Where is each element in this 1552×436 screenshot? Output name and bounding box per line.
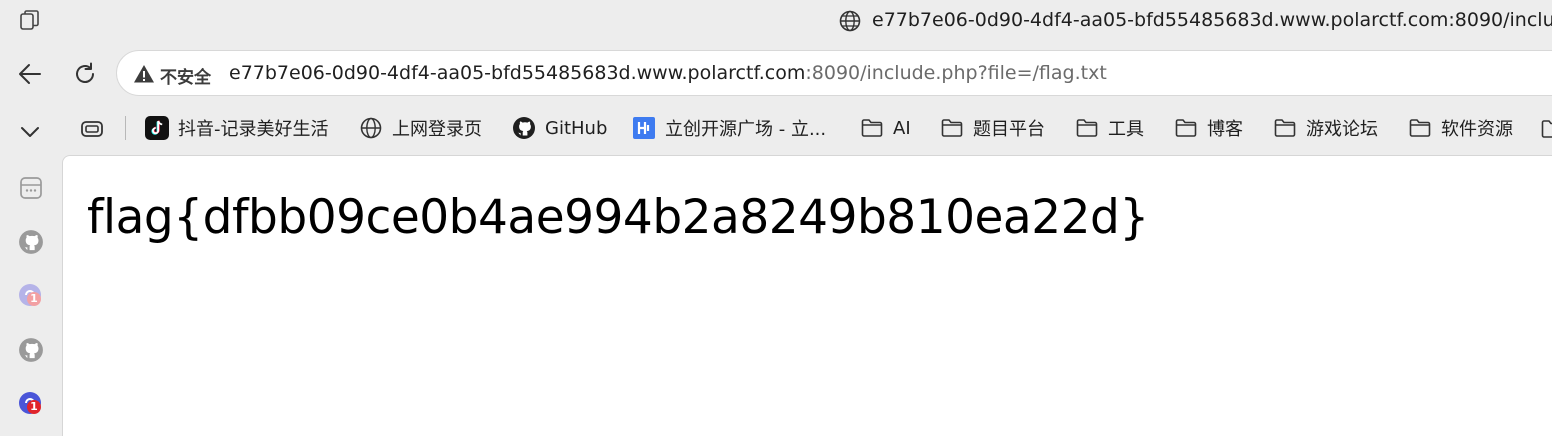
folder-icon bbox=[1076, 119, 1098, 137]
github-icon[interactable] bbox=[18, 337, 44, 363]
bookmark-folder-blog[interactable]: 博客 bbox=[1174, 114, 1243, 142]
sidebar-app-2[interactable]: 1 bbox=[18, 391, 44, 417]
bookmark-label: 上网登录页 bbox=[392, 119, 482, 140]
page-content: flag{dfbb09ce0b4ae994b2a8249b810ea22d} bbox=[62, 155, 1552, 436]
chevron-down-icon[interactable] bbox=[16, 118, 44, 146]
bookmark-label: 软件资源 bbox=[1441, 119, 1513, 140]
github-icon bbox=[513, 117, 535, 139]
reload-button[interactable] bbox=[71, 60, 99, 88]
navigation-bar: 不安全 e77b7e06-0d90-4df4-aa05-bfd55485683d… bbox=[0, 44, 1552, 104]
bookmark-github[interactable]: GitHub bbox=[512, 114, 607, 142]
bookmark-login-page[interactable]: 上网登录页 bbox=[359, 114, 482, 142]
tiktok-icon bbox=[145, 116, 169, 140]
bookmarks-separator bbox=[125, 116, 126, 140]
bookmark-label: 工具 bbox=[1108, 119, 1144, 140]
globe-icon bbox=[360, 117, 382, 139]
bookmark-label: 游戏论坛 bbox=[1306, 119, 1378, 140]
notification-badge: 1 bbox=[27, 400, 41, 414]
bookmark-folder-problems[interactable]: 题目平台 bbox=[940, 114, 1045, 142]
url-host: e77b7e06-0d90-4df4-aa05-bfd55485683d.www… bbox=[229, 62, 806, 84]
url-path: :8090/include.php?file=/flag.txt bbox=[805, 62, 1107, 84]
notification-badge: 1 bbox=[27, 292, 41, 306]
bookmark-folder-software[interactable]: 软件资源 bbox=[1408, 114, 1513, 142]
github-icon[interactable] bbox=[18, 229, 44, 255]
address-bar[interactable]: 不安全 e77b7e06-0d90-4df4-aa05-bfd55485683d… bbox=[116, 50, 1552, 96]
folder-icon bbox=[1409, 119, 1431, 137]
bookmark-folder-game-forum[interactable]: 游戏论坛 bbox=[1273, 114, 1378, 142]
bookmark-folder-tools[interactable]: 工具 bbox=[1075, 114, 1144, 142]
bookmarks-bar: 抖音-记录美好生活 上网登录页 GitHub 立创开源广场 - 立... AI … bbox=[0, 104, 1552, 152]
collections-icon[interactable] bbox=[18, 175, 44, 201]
folder-icon bbox=[1175, 119, 1197, 137]
tab-actions-icon[interactable] bbox=[18, 9, 42, 33]
bookmark-douyin[interactable]: 抖音-记录美好生活 bbox=[145, 114, 329, 142]
folder-icon[interactable] bbox=[1540, 117, 1552, 141]
globe-icon bbox=[839, 10, 861, 32]
back-button[interactable] bbox=[16, 60, 44, 88]
screen-cast-icon[interactable] bbox=[80, 117, 104, 141]
lceda-icon bbox=[633, 117, 655, 139]
bookmark-label: 立创开源广场 - 立... bbox=[665, 119, 827, 140]
bookmark-label: 博客 bbox=[1207, 119, 1243, 140]
bookmark-label: 抖音-记录美好生活 bbox=[178, 119, 329, 140]
bookmark-label: GitHub bbox=[545, 117, 608, 139]
title-bar: e77b7e06-0d90-4df4-aa05-bfd55485683d.www… bbox=[0, 0, 1552, 44]
browser-window: e77b7e06-0d90-4df4-aa05-bfd55485683d.www… bbox=[0, 0, 1552, 436]
folder-icon bbox=[1274, 119, 1296, 137]
url-text[interactable]: e77b7e06-0d90-4df4-aa05-bfd55485683d.www… bbox=[229, 62, 1107, 84]
folder-icon bbox=[861, 119, 883, 137]
not-secure-label[interactable]: 不安全 bbox=[160, 63, 211, 88]
folder-icon bbox=[941, 119, 963, 137]
sidebar: 1 1 bbox=[0, 152, 62, 436]
warning-icon[interactable] bbox=[133, 63, 155, 85]
bookmark-lceda[interactable]: 立创开源广场 - 立... bbox=[632, 114, 826, 142]
page-text: flag{dfbb09ce0b4ae994b2a8249b810ea22d} bbox=[87, 190, 1149, 245]
bookmark-label: AI bbox=[893, 117, 911, 139]
sidebar-app-1[interactable]: 1 bbox=[18, 283, 44, 309]
bookmark-label: 题目平台 bbox=[973, 119, 1045, 140]
bookmark-folder-ai[interactable]: AI bbox=[860, 114, 911, 142]
window-title: e77b7e06-0d90-4df4-aa05-bfd55485683d.www… bbox=[872, 9, 1552, 31]
